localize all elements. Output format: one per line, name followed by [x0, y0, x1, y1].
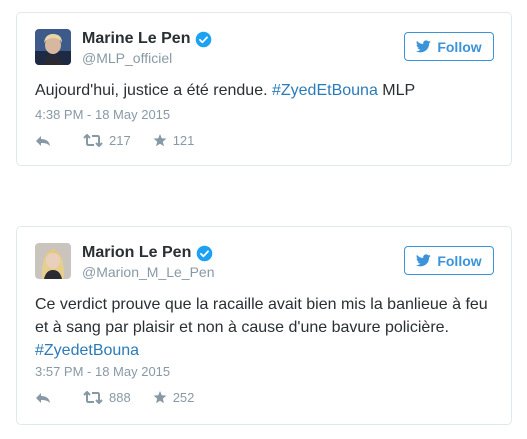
- timestamp[interactable]: 3:57 PM - 18 May 2015: [35, 364, 170, 379]
- tweet-text: Ce verdict prouve que la racaille avait …: [35, 293, 495, 362]
- tweet-actions: 888 252: [35, 390, 216, 405]
- reply-button[interactable]: [35, 135, 57, 147]
- hashtag-link[interactable]: #ZyedetBouna: [35, 342, 139, 359]
- avatar[interactable]: [35, 29, 71, 65]
- avatar[interactable]: [35, 243, 71, 279]
- tweet-actions: 217 121: [35, 133, 216, 148]
- retweet-button[interactable]: 217: [83, 133, 131, 148]
- retweet-count: 888: [109, 390, 131, 405]
- reply-icon: [36, 392, 50, 403]
- twitter-bird-icon: [416, 254, 432, 267]
- retweet-icon: [83, 134, 103, 147]
- tweet-text-part: Aujourd'hui, justice a été rendue.: [35, 82, 272, 99]
- star-icon: [153, 134, 167, 147]
- favorite-button[interactable]: 121: [153, 133, 195, 148]
- follow-button[interactable]: Follow: [404, 246, 494, 275]
- tweet-text-line: Ce verdict prouve que la racaille avait …: [35, 296, 488, 313]
- tweet-text-line: et à sang par plaisir et non à cause d'u…: [35, 319, 449, 336]
- favorite-count: 252: [172, 390, 195, 405]
- timestamp[interactable]: 4:38 PM - 18 May 2015: [35, 107, 170, 122]
- user-handle[interactable]: @Marion_M_Le_Pen: [82, 264, 215, 280]
- verified-badge-icon: [196, 31, 212, 47]
- follow-label: Follow: [437, 252, 482, 269]
- star-icon: [153, 391, 167, 404]
- display-name[interactable]: Marion Le Pen: [82, 244, 191, 262]
- follow-label: Follow: [437, 38, 482, 55]
- follow-button[interactable]: Follow: [404, 32, 494, 61]
- tweet-text: Aujourd'hui, justice a été rendue. #Zyed…: [35, 79, 495, 102]
- display-name[interactable]: Marine Le Pen: [82, 30, 190, 48]
- verified-badge-icon: [197, 245, 213, 261]
- retweet-count: 217: [109, 133, 131, 148]
- tweet-card-marine: Marine Le Pen @MLP_officiel Follow Aujou…: [16, 12, 512, 166]
- tweet-text-part: MLP: [377, 82, 416, 99]
- reply-icon: [36, 135, 50, 146]
- retweet-icon: [83, 391, 103, 404]
- tweet-card-marion: Marion Le Pen @Marion_M_Le_Pen Follow Ce…: [16, 226, 512, 425]
- hashtag-link[interactable]: #ZyedEtBouna: [272, 82, 378, 99]
- twitter-bird-icon: [416, 40, 432, 53]
- favorite-count: 121: [172, 133, 195, 148]
- favorite-button[interactable]: 252: [153, 390, 195, 405]
- retweet-button[interactable]: 888: [83, 390, 131, 405]
- reply-button[interactable]: [35, 392, 57, 404]
- user-handle[interactable]: @MLP_officiel: [82, 50, 172, 66]
